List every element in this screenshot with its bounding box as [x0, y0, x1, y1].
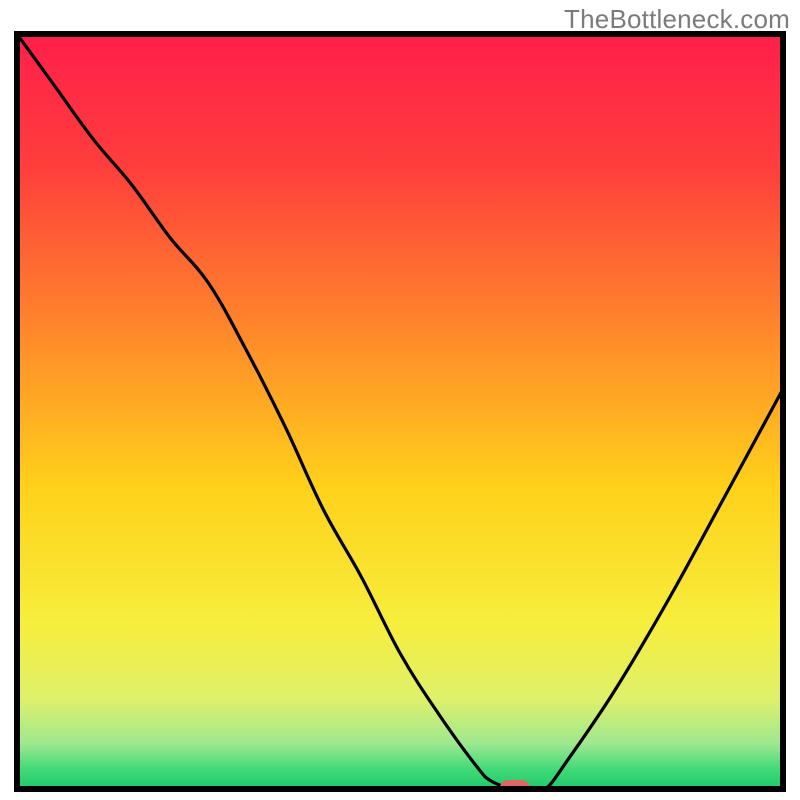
plot-background — [17, 34, 783, 789]
chart-frame: TheBottleneck.com — [0, 0, 800, 800]
bottleneck-chart — [0, 0, 800, 800]
